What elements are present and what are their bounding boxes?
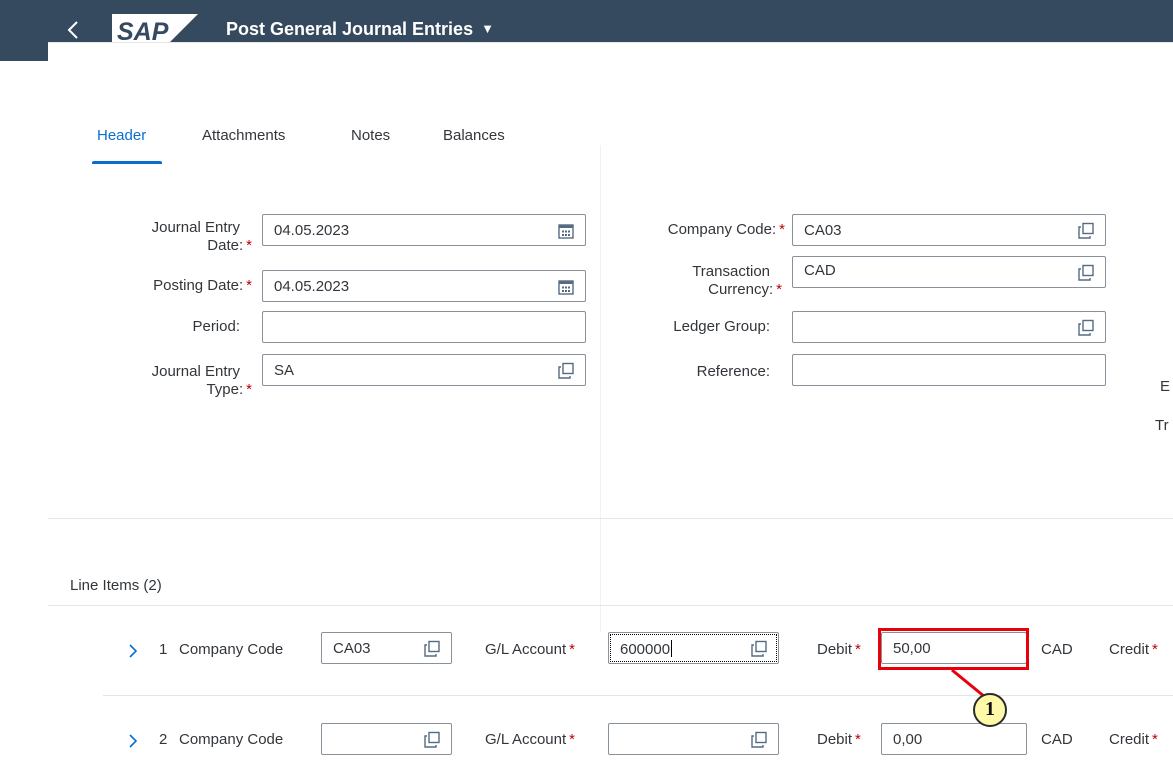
posting-date-field[interactable]: 04.05.2023 — [262, 270, 586, 302]
tab-notes[interactable]: Notes — [351, 127, 390, 144]
company-code-row-label: Company Code — [179, 731, 284, 748]
cut-off-label-1: E — [1160, 378, 1171, 395]
expand-chevron-icon[interactable] — [125, 643, 141, 659]
debit-row-label: Debit * — [817, 731, 861, 748]
cut-off-label-2: Tr — [1155, 417, 1169, 434]
journal-entry-date-label: Journal Entry — [151, 219, 240, 236]
row-debit-field[interactable]: 0,00 — [881, 723, 1027, 755]
value-help-icon[interactable] — [750, 640, 768, 658]
journal-entry-type-label-2: Type: * — [206, 381, 252, 398]
text-cursor — [671, 640, 673, 657]
value-help-icon[interactable] — [423, 640, 441, 658]
period-label: Period: — [192, 318, 240, 335]
credit-row-label: Credit * — [1109, 641, 1158, 658]
active-tab-indicator — [92, 161, 162, 164]
row-company-code-field[interactable]: CA03 — [321, 632, 452, 664]
ledger-group-label: Ledger Group: — [673, 318, 770, 335]
journal-entry-type-field[interactable]: SA — [262, 354, 586, 386]
transaction-currency-label-2: Currency: * — [708, 281, 782, 298]
value-help-icon[interactable] — [423, 731, 441, 749]
reference-label: Reference: — [696, 363, 770, 380]
section-divider — [48, 518, 1173, 519]
back-icon[interactable] — [62, 18, 86, 42]
value-help-icon[interactable] — [1077, 319, 1095, 337]
calendar-icon[interactable] — [557, 278, 575, 296]
transaction-currency-field[interactable]: CAD — [792, 256, 1106, 288]
title-caret-icon: ▼ — [481, 21, 494, 36]
value-help-icon[interactable] — [1077, 264, 1095, 282]
value-help-icon[interactable] — [750, 731, 768, 749]
expand-chevron-icon[interactable] — [125, 733, 141, 749]
posting-date-label: Posting Date: * — [153, 277, 252, 294]
row-gl-account-field[interactable]: 600000 — [608, 632, 779, 664]
line-item-number: 2 — [159, 731, 168, 748]
gl-account-row-label: G/L Account * — [485, 731, 576, 748]
period-field[interactable] — [262, 311, 586, 343]
debit-highlight-box — [878, 628, 1029, 670]
debit-row-label: Debit * — [817, 641, 861, 658]
currency-label: CAD — [1041, 731, 1073, 748]
row-gl-account-field[interactable] — [608, 723, 779, 755]
callout-badge: 1 — [973, 693, 1007, 727]
row-separator — [103, 695, 1173, 696]
tab-header[interactable]: Header — [97, 127, 146, 144]
company-code-field[interactable]: CA03 — [792, 214, 1106, 246]
line-item-number: 1 — [159, 641, 168, 658]
journal-entry-date-label-2: Date: * — [207, 237, 252, 254]
calendar-icon[interactable] — [557, 222, 575, 240]
app-title: Post General Journal Entries — [226, 19, 474, 39]
tab-balances[interactable]: Balances — [443, 127, 505, 144]
app-title-menu[interactable]: Post General Journal Entries ▼ — [226, 19, 494, 40]
ledger-group-field[interactable] — [792, 311, 1106, 343]
line-items-title: Line Items (2) — [70, 577, 162, 594]
column-divider — [600, 145, 601, 632]
transaction-currency-label: Transaction — [692, 263, 770, 280]
line-items-top-border — [48, 605, 1173, 606]
row-company-code-field[interactable] — [321, 723, 452, 755]
gl-account-row-label: G/L Account * — [485, 641, 576, 658]
company-code-label: Company Code: * — [667, 221, 785, 238]
value-help-icon[interactable] — [557, 362, 575, 380]
currency-label: CAD — [1041, 641, 1073, 658]
reference-field[interactable] — [792, 354, 1106, 386]
value-help-icon[interactable] — [1077, 222, 1095, 240]
company-code-row-label: Company Code — [179, 641, 284, 658]
credit-row-label: Credit * — [1109, 731, 1158, 748]
journal-entry-date-field[interactable]: 04.05.2023 — [262, 214, 586, 246]
tab-attachments[interactable]: Attachments — [202, 127, 285, 144]
journal-entry-type-label: Journal Entry — [151, 363, 240, 380]
